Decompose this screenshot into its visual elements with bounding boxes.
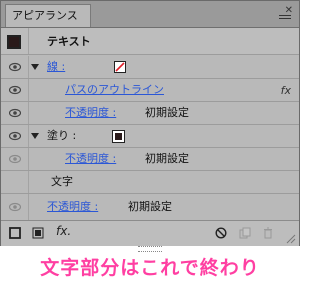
new-stroke-icon[interactable] — [9, 227, 21, 239]
stroke-swatch[interactable] — [114, 61, 126, 73]
fx-menu-icon[interactable]: fx. — [56, 224, 71, 238]
opacity-label[interactable]: 不透明度 : — [65, 102, 116, 124]
opacity-value: 初期設定 — [145, 106, 189, 119]
duplicate-item-icon[interactable] — [239, 227, 251, 239]
opacity-value: 初期設定 — [145, 152, 189, 165]
eye-icon[interactable] — [9, 154, 21, 164]
panel-toolbar: fx. — [1, 220, 299, 246]
caption-text: 文字部分はこれで終わり — [40, 257, 260, 279]
chevron-down-icon[interactable] — [31, 133, 39, 139]
characters-label[interactable]: 文字 — [51, 171, 73, 193]
characters-row[interactable]: 文字 — [1, 171, 299, 194]
opacity-row[interactable]: 不透明度 : 初期設定 — [1, 194, 299, 220]
fill-swatch[interactable] — [112, 130, 125, 143]
fill-label[interactable]: 塗り : — [47, 125, 76, 147]
header-title: テキスト — [47, 35, 91, 48]
appearance-panel: アピアランス ✕ テキスト 線 : パスのアウトライン fx 不透明度 : 初期… — [0, 0, 300, 246]
opacity-label[interactable]: 不透明度 : — [65, 148, 116, 170]
panel-titlebar: アピアランス ✕ — [1, 1, 299, 28]
opacity-row[interactable]: 不透明度 : 初期設定 — [1, 148, 299, 171]
resize-grip-icon[interactable] — [286, 234, 296, 244]
eye-icon[interactable] — [9, 62, 21, 72]
stroke-label[interactable]: 線 : — [47, 56, 65, 78]
chevron-down-icon[interactable] — [31, 64, 39, 70]
header-row[interactable]: テキスト — [1, 28, 299, 55]
effect-row[interactable]: パスのアウトライン fx — [1, 79, 299, 102]
panel-resize-handle[interactable] — [138, 246, 162, 252]
trash-icon[interactable] — [262, 227, 274, 239]
opacity-label[interactable]: 不透明度 : — [47, 194, 98, 220]
eye-icon[interactable] — [9, 131, 21, 141]
eye-icon[interactable] — [9, 108, 21, 118]
panel-menu-icon[interactable] — [279, 15, 291, 23]
fx-icon[interactable]: fx — [281, 81, 291, 101]
opacity-value: 初期設定 — [128, 200, 172, 213]
eye-icon[interactable] — [9, 202, 21, 212]
tab-appearance[interactable]: アピアランス — [5, 4, 91, 27]
new-fill-icon[interactable] — [32, 227, 44, 239]
stroke-row[interactable]: 線 : — [1, 56, 299, 79]
clear-appearance-icon[interactable] — [215, 227, 227, 239]
header-swatch — [7, 35, 21, 49]
eye-icon[interactable] — [9, 85, 21, 95]
opacity-row[interactable]: 不透明度 : 初期設定 — [1, 102, 299, 125]
fill-row[interactable]: 塗り : — [1, 125, 299, 148]
effect-label[interactable]: パスのアウトライン — [65, 79, 164, 101]
